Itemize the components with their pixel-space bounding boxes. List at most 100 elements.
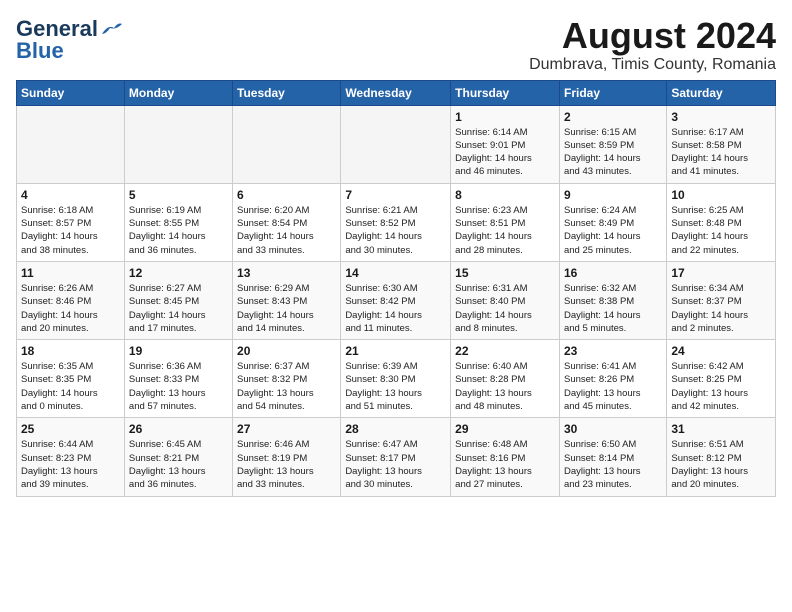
day-info: Sunrise: 6:50 AMSunset: 8:14 PMDaylight:…	[564, 438, 662, 491]
calendar-table: SundayMondayTuesdayWednesdayThursdayFrid…	[16, 80, 776, 497]
day-info: Sunrise: 6:44 AMSunset: 8:23 PMDaylight:…	[21, 438, 120, 491]
calendar-cell: 20 Sunrise: 6:37 AMSunset: 8:32 PMDayligh…	[233, 340, 341, 418]
calendar-cell: 10 Sunrise: 6:25 AMSunset: 8:48 PMDayligh…	[667, 183, 776, 261]
weekday-header-sunday: Sunday	[17, 80, 125, 105]
week-row-1: 1Sunrise: 6:14 AMSunset: 9:01 PMDaylight…	[17, 105, 776, 183]
logo: General Blue	[16, 16, 122, 64]
day-number: 9	[564, 188, 662, 202]
day-info: Sunrise: 6:36 AMSunset: 8:33 PMDaylight:…	[129, 360, 228, 413]
page-header: General Blue August 2024 Dumbrava, Timis…	[16, 16, 776, 74]
day-info: Sunrise: 6:30 AMSunset: 8:42 PMDaylight:…	[345, 282, 446, 335]
calendar-cell: 17 Sunrise: 6:34 AMSunset: 8:37 PMDayligh…	[667, 261, 776, 339]
calendar-cell: 11Sunrise: 6:26 AMSunset: 8:46 PMDayligh…	[17, 261, 125, 339]
calendar-cell: 4Sunrise: 6:18 AMSunset: 8:57 PMDaylight…	[17, 183, 125, 261]
day-number: 17	[671, 266, 771, 280]
day-number: 5	[129, 188, 228, 202]
calendar-cell: 26 Sunrise: 6:45 AMSunset: 8:21 PMDayligh…	[124, 418, 232, 496]
day-number: 22	[455, 344, 555, 358]
day-info: Sunrise: 6:47 AMSunset: 8:17 PMDaylight:…	[345, 438, 446, 491]
day-number: 8	[455, 188, 555, 202]
day-info: Sunrise: 6:40 AMSunset: 8:28 PMDaylight:…	[455, 360, 555, 413]
calendar-cell: 3Sunrise: 6:17 AMSunset: 8:58 PMDaylight…	[667, 105, 776, 183]
day-number: 1	[455, 110, 555, 124]
calendar-cell: 12Sunrise: 6:27 AMSunset: 8:45 PMDayligh…	[124, 261, 232, 339]
day-info: Sunrise: 6:27 AMSunset: 8:45 PMDaylight:…	[129, 282, 228, 335]
day-info: Sunrise: 6:34 AMSunset: 8:37 PMDaylight:…	[671, 282, 771, 335]
calendar-cell: 16 Sunrise: 6:32 AMSunset: 8:38 PMDayligh…	[559, 261, 666, 339]
day-info: Sunrise: 6:39 AMSunset: 8:30 PMDaylight:…	[345, 360, 446, 413]
weekday-header-friday: Friday	[559, 80, 666, 105]
day-number: 3	[671, 110, 771, 124]
day-number: 26	[129, 422, 228, 436]
calendar-cell: 22 Sunrise: 6:40 AMSunset: 8:28 PMDayligh…	[451, 340, 560, 418]
calendar-cell: 25 Sunrise: 6:44 AMSunset: 8:23 PMDayligh…	[17, 418, 125, 496]
title-area: August 2024 Dumbrava, Timis County, Roma…	[529, 16, 776, 74]
calendar-cell: 6Sunrise: 6:20 AMSunset: 8:54 PMDaylight…	[233, 183, 341, 261]
weekday-header-saturday: Saturday	[667, 80, 776, 105]
calendar-cell: 31 Sunrise: 6:51 AMSunset: 8:12 PMDayligh…	[667, 418, 776, 496]
day-number: 31	[671, 422, 771, 436]
weekday-header-monday: Monday	[124, 80, 232, 105]
day-number: 15	[455, 266, 555, 280]
day-info: Sunrise: 6:32 AMSunset: 8:38 PMDaylight:…	[564, 282, 662, 335]
calendar-cell: 2Sunrise: 6:15 AMSunset: 8:59 PMDaylight…	[559, 105, 666, 183]
calendar-cell	[233, 105, 341, 183]
day-number: 20	[237, 344, 336, 358]
day-info: Sunrise: 6:42 AMSunset: 8:25 PMDaylight:…	[671, 360, 771, 413]
calendar-cell: 1Sunrise: 6:14 AMSunset: 9:01 PMDaylight…	[451, 105, 560, 183]
calendar-cell: 5 Sunrise: 6:19 AMSunset: 8:55 PMDaylight…	[124, 183, 232, 261]
day-info: Sunrise: 6:29 AMSunset: 8:43 PMDaylight:…	[237, 282, 336, 335]
logo-bird-icon	[100, 20, 122, 38]
logo-blue: Blue	[16, 38, 64, 64]
day-number: 16	[564, 266, 662, 280]
day-info: Sunrise: 6:45 AMSunset: 8:21 PMDaylight:…	[129, 438, 228, 491]
day-number: 7	[345, 188, 446, 202]
calendar-cell: 21Sunrise: 6:39 AMSunset: 8:30 PMDayligh…	[341, 340, 451, 418]
calendar-cell: 19 Sunrise: 6:36 AMSunset: 8:33 PMDayligh…	[124, 340, 232, 418]
day-number: 24	[671, 344, 771, 358]
day-info: Sunrise: 6:31 AMSunset: 8:40 PMDaylight:…	[455, 282, 555, 335]
day-info: Sunrise: 6:21 AMSunset: 8:52 PMDaylight:…	[345, 204, 446, 257]
week-row-2: 4Sunrise: 6:18 AMSunset: 8:57 PMDaylight…	[17, 183, 776, 261]
weekday-header-thursday: Thursday	[451, 80, 560, 105]
calendar-cell: 29Sunrise: 6:48 AMSunset: 8:16 PMDayligh…	[451, 418, 560, 496]
day-info: Sunrise: 6:19 AMSunset: 8:55 PMDaylight:…	[129, 204, 228, 257]
calendar-cell: 23 Sunrise: 6:41 AMSunset: 8:26 PMDayligh…	[559, 340, 666, 418]
calendar-cell: 24 Sunrise: 6:42 AMSunset: 8:25 PMDayligh…	[667, 340, 776, 418]
day-info: Sunrise: 6:41 AMSunset: 8:26 PMDaylight:…	[564, 360, 662, 413]
day-number: 19	[129, 344, 228, 358]
calendar-cell	[124, 105, 232, 183]
day-info: Sunrise: 6:25 AMSunset: 8:48 PMDaylight:…	[671, 204, 771, 257]
calendar-cell: 14 Sunrise: 6:30 AMSunset: 8:42 PMDayligh…	[341, 261, 451, 339]
calendar-cell: 18Sunrise: 6:35 AMSunset: 8:35 PMDayligh…	[17, 340, 125, 418]
calendar-cell: 27 Sunrise: 6:46 AMSunset: 8:19 PMDayligh…	[233, 418, 341, 496]
day-number: 18	[21, 344, 120, 358]
day-number: 4	[21, 188, 120, 202]
week-row-3: 11Sunrise: 6:26 AMSunset: 8:46 PMDayligh…	[17, 261, 776, 339]
calendar-cell: 15 Sunrise: 6:31 AMSunset: 8:40 PMDayligh…	[451, 261, 560, 339]
calendar-cell: 7 Sunrise: 6:21 AMSunset: 8:52 PMDaylight…	[341, 183, 451, 261]
day-info: Sunrise: 6:48 AMSunset: 8:16 PMDaylight:…	[455, 438, 555, 491]
day-number: 27	[237, 422, 336, 436]
weekday-header-row: SundayMondayTuesdayWednesdayThursdayFrid…	[17, 80, 776, 105]
day-info: Sunrise: 6:37 AMSunset: 8:32 PMDaylight:…	[237, 360, 336, 413]
weekday-header-tuesday: Tuesday	[233, 80, 341, 105]
day-info: Sunrise: 6:46 AMSunset: 8:19 PMDaylight:…	[237, 438, 336, 491]
day-number: 23	[564, 344, 662, 358]
day-info: Sunrise: 6:15 AMSunset: 8:59 PMDaylight:…	[564, 126, 662, 179]
day-info: Sunrise: 6:24 AMSunset: 8:49 PMDaylight:…	[564, 204, 662, 257]
day-number: 13	[237, 266, 336, 280]
day-number: 25	[21, 422, 120, 436]
calendar-title: August 2024	[529, 16, 776, 56]
calendar-subtitle: Dumbrava, Timis County, Romania	[529, 56, 776, 74]
day-number: 10	[671, 188, 771, 202]
calendar-cell: 8 Sunrise: 6:23 AMSunset: 8:51 PMDaylight…	[451, 183, 560, 261]
day-info: Sunrise: 6:23 AMSunset: 8:51 PMDaylight:…	[455, 204, 555, 257]
day-info: Sunrise: 6:20 AMSunset: 8:54 PMDaylight:…	[237, 204, 336, 257]
day-info: Sunrise: 6:51 AMSunset: 8:12 PMDaylight:…	[671, 438, 771, 491]
day-number: 30	[564, 422, 662, 436]
day-number: 14	[345, 266, 446, 280]
day-number: 28	[345, 422, 446, 436]
weekday-header-wednesday: Wednesday	[341, 80, 451, 105]
calendar-cell: 9 Sunrise: 6:24 AMSunset: 8:49 PMDaylight…	[559, 183, 666, 261]
